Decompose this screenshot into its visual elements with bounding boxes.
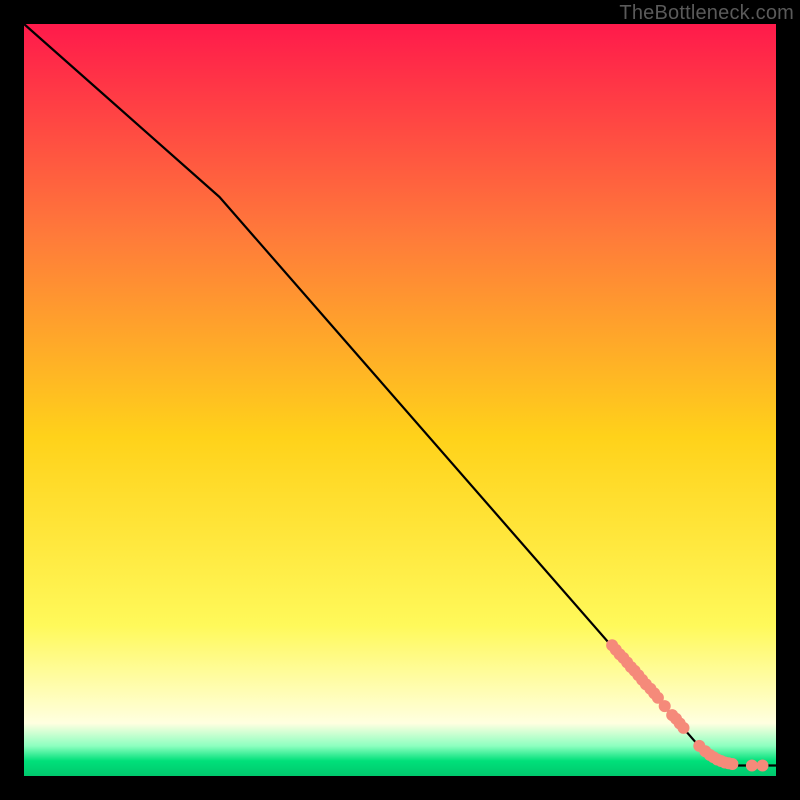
- plot-area: [24, 24, 776, 776]
- chart-stage: TheBottleneck.com: [0, 0, 800, 800]
- marker-dot: [746, 760, 758, 772]
- watermark-label: TheBottleneck.com: [619, 2, 794, 25]
- chart-svg: [0, 0, 800, 800]
- marker-dot: [757, 760, 769, 772]
- marker-dot: [678, 722, 690, 734]
- marker-dot: [726, 758, 738, 770]
